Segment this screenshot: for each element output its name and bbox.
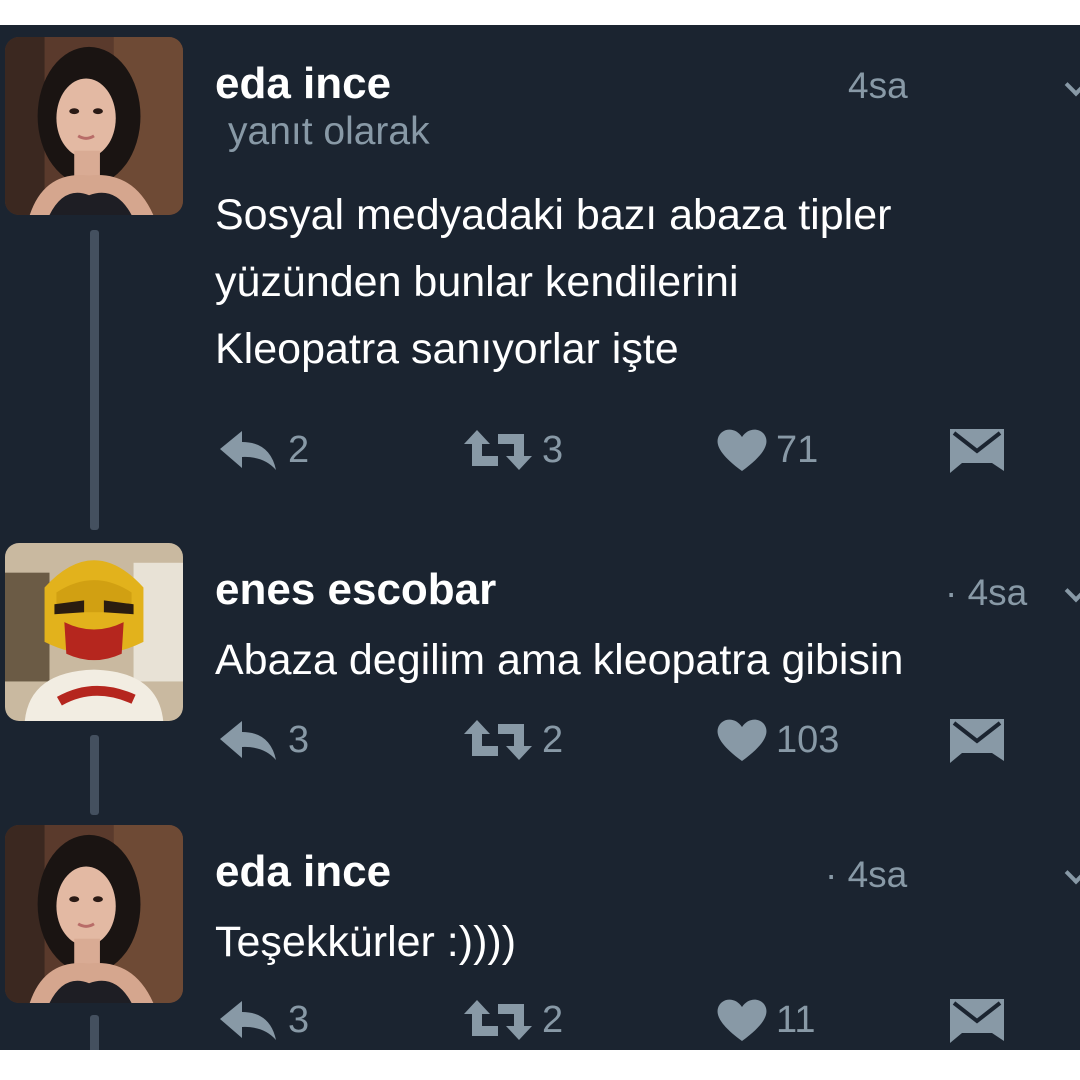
reply-count: 3 <box>288 998 310 1041</box>
thread-line <box>90 735 99 815</box>
timestamp[interactable]: 4sa <box>848 65 908 107</box>
tweet-text-line: Sosyal medyadaki bazı abaza tipler <box>215 191 892 239</box>
like-button[interactable]: 103 <box>716 715 839 765</box>
thread-line <box>90 1015 99 1050</box>
retweet-icon <box>464 430 532 470</box>
tweet-text-line: Abaza degilim ama kleopatra gibisin <box>215 636 904 684</box>
avatar-photo <box>5 825 183 1003</box>
direct-message-button[interactable] <box>948 715 1006 765</box>
thread-line <box>90 230 99 530</box>
reply-icon <box>220 1001 276 1040</box>
author-name[interactable]: eda ince <box>215 847 391 897</box>
reply-icon <box>220 721 276 760</box>
avatar[interactable] <box>5 543 183 721</box>
retweet-count: 2 <box>542 998 564 1041</box>
avatar-photo <box>5 543 183 721</box>
reply-button[interactable]: 2 <box>218 425 309 475</box>
chevron-down-icon[interactable] <box>1064 579 1080 603</box>
direct-message-icon <box>950 999 1004 1043</box>
tweet-thread: eda ince 4sa yanıt olarak Sosyal medyada… <box>0 25 1080 1050</box>
avatar[interactable] <box>5 37 183 215</box>
tweet-text-line: yüzünden bunlar kendilerini <box>215 258 739 306</box>
tweet-text: Teşekkürler :)))) <box>215 909 516 976</box>
direct-message-icon <box>950 719 1004 763</box>
like-count: 103 <box>776 718 840 761</box>
like-count: 11 <box>776 998 816 1041</box>
direct-message-icon <box>950 429 1004 473</box>
heart-icon <box>717 429 767 471</box>
direct-message-button[interactable] <box>948 995 1006 1045</box>
reply-button[interactable]: 3 <box>218 995 309 1045</box>
reply-count: 2 <box>288 428 310 471</box>
retweet-button[interactable]: 3 <box>462 425 563 475</box>
retweet-icon <box>464 1000 532 1040</box>
heart-icon <box>717 999 767 1041</box>
retweet-button[interactable]: 2 <box>462 715 563 765</box>
like-count: 71 <box>776 428 819 471</box>
reply-icon <box>220 431 276 470</box>
retweet-count: 2 <box>542 718 564 761</box>
like-button[interactable]: 11 <box>716 995 815 1045</box>
retweet-count: 3 <box>542 428 564 471</box>
timestamp[interactable]: · 4sa <box>945 572 1027 614</box>
timestamp[interactable]: · 4sa <box>825 854 907 896</box>
chevron-down-icon[interactable] <box>1064 73 1080 97</box>
heart-icon <box>717 719 767 761</box>
reply-context[interactable]: yanıt olarak <box>228 110 430 154</box>
chevron-down-icon[interactable] <box>1064 861 1080 885</box>
avatar-photo <box>5 37 183 215</box>
tweet-text-line: Kleopatra sanıyorlar işte <box>215 325 679 373</box>
author-name[interactable]: enes escobar <box>215 565 496 615</box>
retweet-icon <box>464 720 532 760</box>
tweet-text: Sosyal medyadaki bazı abaza tipler yüzün… <box>215 182 891 383</box>
direct-message-button[interactable] <box>948 425 1006 475</box>
avatar[interactable] <box>5 825 183 1003</box>
like-button[interactable]: 71 <box>716 425 818 475</box>
tweet-text: Abaza degilim ama kleopatra gibisin <box>215 627 903 694</box>
author-name[interactable]: eda ince <box>215 59 391 109</box>
reply-count: 3 <box>288 718 310 761</box>
reply-button[interactable]: 3 <box>218 715 309 765</box>
tweet-text-line: Teşekkürler :)))) <box>215 918 517 966</box>
retweet-button[interactable]: 2 <box>462 995 563 1045</box>
